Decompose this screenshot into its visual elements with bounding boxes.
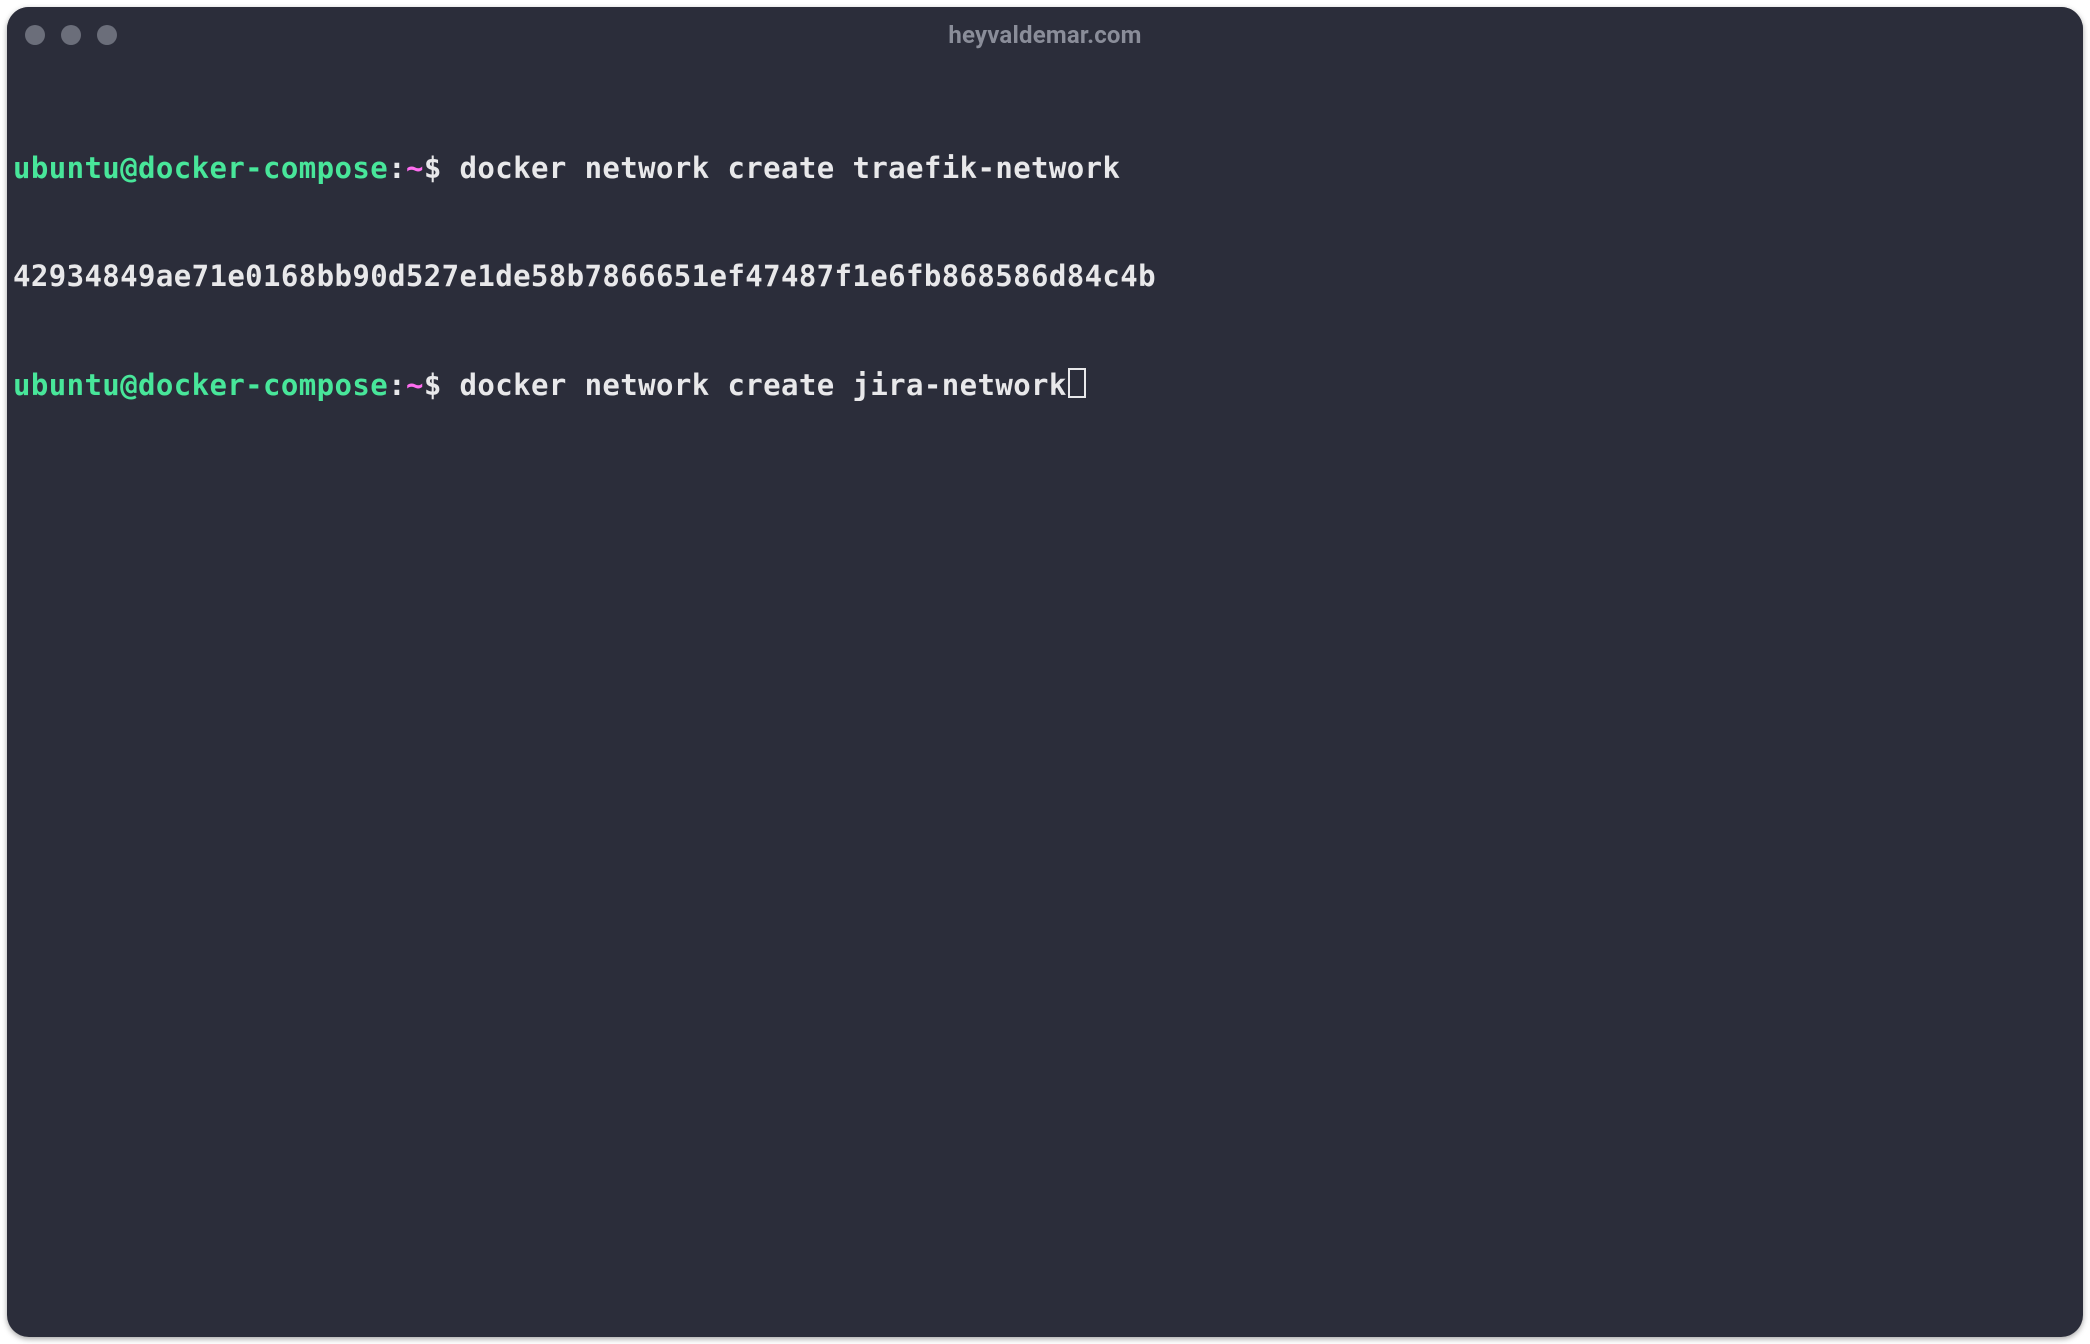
prompt-sep: :: [388, 151, 406, 185]
terminal-line: ubuntu@docker-compose:~$ docker network …: [13, 150, 2077, 186]
prompt-path: ~: [406, 368, 424, 402]
terminal-window: heyvaldemar.com ubuntu@docker-compose:~$…: [7, 7, 2083, 1337]
prompt-path: ~: [406, 151, 424, 185]
prompt-sep: :: [388, 368, 406, 402]
terminal-output: 42934849ae71e0168bb90d527e1de58b7866651e…: [13, 258, 2077, 294]
prompt-user-host: ubuntu@docker-compose: [13, 368, 388, 402]
prompt-user-host: ubuntu@docker-compose: [13, 151, 388, 185]
close-icon[interactable]: [25, 25, 45, 45]
cursor-icon: [1068, 368, 1086, 398]
window-controls: [25, 25, 117, 45]
prompt-sigil: $: [424, 151, 442, 185]
prompt-sigil: $: [424, 368, 442, 402]
window-title: heyvaldemar.com: [7, 20, 2083, 50]
terminal-body[interactable]: ubuntu@docker-compose:~$ docker network …: [7, 63, 2083, 482]
command-text: docker network create jira-network: [442, 368, 1067, 402]
command-text: docker network create traefik-network: [442, 151, 1121, 185]
titlebar: heyvaldemar.com: [7, 7, 2083, 63]
terminal-line: ubuntu@docker-compose:~$ docker network …: [13, 367, 2077, 403]
zoom-icon[interactable]: [97, 25, 117, 45]
minimize-icon[interactable]: [61, 25, 81, 45]
